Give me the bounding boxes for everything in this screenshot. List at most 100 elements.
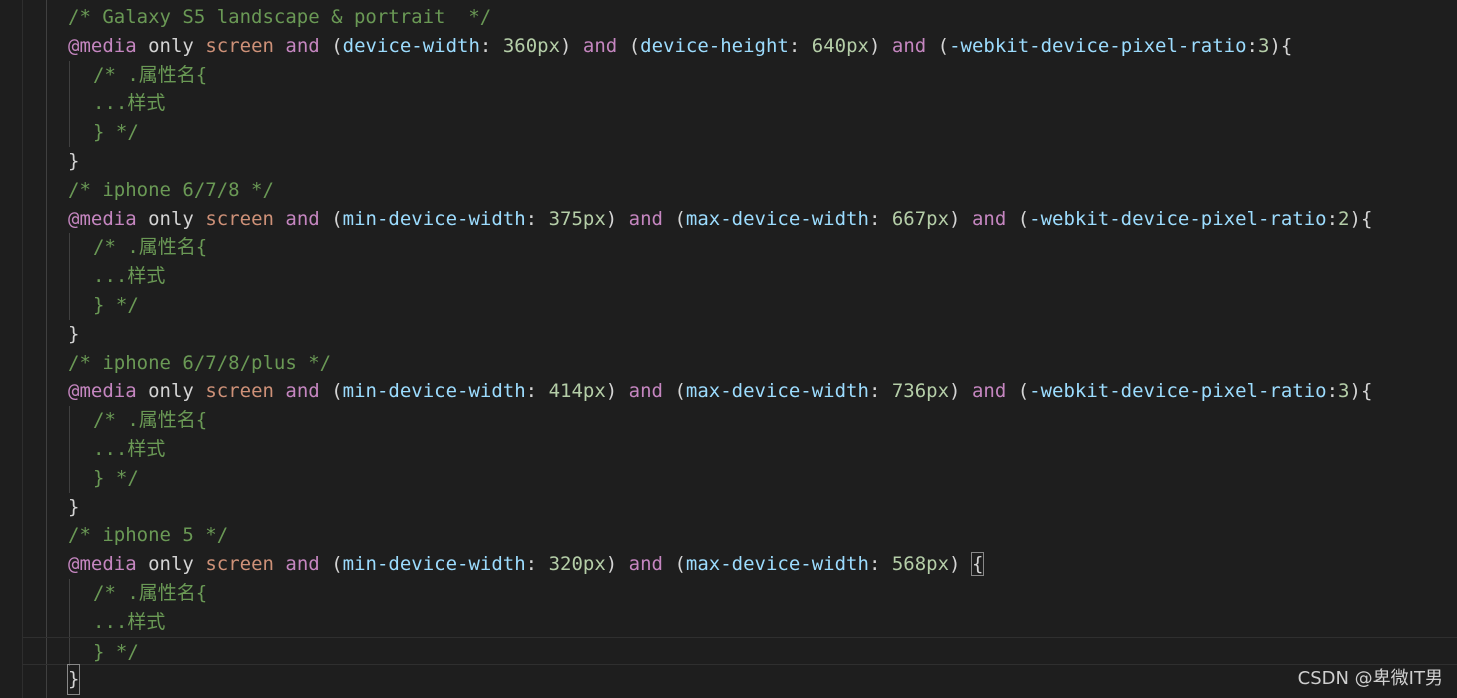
media-type: screen <box>205 207 274 230</box>
code-line[interactable]: /* Galaxy S5 landscape & portrait */ <box>0 3 1457 32</box>
comment-text: } */ <box>93 293 139 316</box>
code-line[interactable]: ...样式 <box>0 434 1457 464</box>
open-brace: { <box>1360 207 1373 230</box>
comment-text: ...样式 <box>93 265 166 288</box>
paren-close: ) <box>949 380 961 403</box>
and-keyword: and <box>628 553 663 576</box>
code-line[interactable]: @media only screen and (min-device-width… <box>0 205 1457 234</box>
only-keyword: only <box>148 207 194 230</box>
code-line[interactable]: } <box>0 147 1457 176</box>
close-brace-matched: } <box>66 664 81 696</box>
colon: : <box>1246 34 1258 57</box>
code-line[interactable]: } <box>0 320 1457 349</box>
media-type: screen <box>205 553 274 576</box>
colon: : <box>525 207 549 230</box>
comment-text: } */ <box>93 466 139 489</box>
paren-open: ( <box>1017 380 1030 403</box>
media-feature: min-device-width <box>342 380 526 403</box>
code-line[interactable]: } <box>0 664 1457 696</box>
and-keyword: and <box>285 34 320 57</box>
paren-close: ) <box>949 553 961 576</box>
code-line[interactable]: ...样式 <box>0 262 1457 291</box>
comment-text: /* iphone 6/7/8 */ <box>68 178 274 201</box>
paren-open: ( <box>937 34 950 57</box>
comment-text: /* iphone 6/7/8/plus */ <box>68 351 332 374</box>
code-line[interactable]: ...样式 <box>0 89 1457 119</box>
media-value: 3 <box>1338 380 1350 403</box>
media-feature: device-height <box>640 34 789 57</box>
code-line[interactable]: /* .属性名{ <box>0 60 1457 90</box>
comment-text: ...样式 <box>93 437 166 460</box>
code-line[interactable]: /* iphone 5 */ <box>0 521 1457 550</box>
media-value: 360px <box>502 34 561 57</box>
at-rule-keyword: @media <box>68 553 137 576</box>
colon: : <box>1326 380 1339 403</box>
comment-text: /* .属性名{ <box>93 236 208 259</box>
code-line[interactable]: @media only screen and (min-device-width… <box>0 377 1457 406</box>
code-line[interactable]: /* iphone 6/7/8/plus */ <box>0 349 1457 378</box>
paren-close: ) <box>1269 34 1281 57</box>
at-rule-keyword: @media <box>68 380 137 403</box>
open-brace: { <box>1360 380 1373 403</box>
code-line[interactable]: } */ <box>0 290 1457 320</box>
code-editor[interactable]: /* Galaxy S5 landscape & portrait */ @me… <box>0 0 1457 698</box>
paren-close: ) <box>1349 380 1361 403</box>
at-rule-keyword: @media <box>68 207 137 230</box>
colon: : <box>525 553 549 576</box>
paren-open: ( <box>628 34 641 57</box>
indent-guide <box>69 637 70 667</box>
code-line-current[interactable]: } */ <box>22 636 1457 667</box>
media-feature: -webkit-device-pixel-ratio <box>949 34 1247 57</box>
media-type: screen <box>205 34 274 57</box>
close-brace: } <box>68 495 80 518</box>
media-feature: min-device-width <box>342 553 526 576</box>
media-value: 568px <box>891 553 950 576</box>
indent-guide <box>69 60 70 90</box>
indent-guide <box>69 290 70 320</box>
code-line[interactable]: } */ <box>0 118 1457 147</box>
code-line[interactable]: @media only screen and (device-width: 36… <box>0 32 1457 61</box>
and-keyword: and <box>285 207 320 230</box>
paren-open: ( <box>331 34 343 57</box>
code-line[interactable]: /* .属性名{ <box>0 578 1457 608</box>
only-keyword: only <box>148 380 194 403</box>
comment-text: /* iphone 5 */ <box>68 524 229 547</box>
paren-open: ( <box>674 380 686 403</box>
media-value: 2 <box>1338 207 1350 230</box>
paren-close: ) <box>1349 207 1361 230</box>
indent-guide <box>69 406 70 435</box>
indent-guide <box>69 578 70 608</box>
paren-open: ( <box>331 553 343 576</box>
media-feature: min-device-width <box>342 207 526 230</box>
close-brace: } <box>68 149 80 172</box>
paren-open: ( <box>674 553 686 576</box>
media-rule: @media only screen and (min-device-width… <box>68 550 985 579</box>
media-value: 414px <box>548 380 606 403</box>
code-line[interactable]: /* .属性名{ <box>0 406 1457 435</box>
media-rule: @media only screen and (device-width: 36… <box>68 32 1292 61</box>
and-keyword: and <box>285 380 320 403</box>
open-brace-matched: { <box>970 552 985 577</box>
colon: : <box>788 34 812 57</box>
media-value: 3 <box>1257 34 1270 57</box>
code-line[interactable]: } */ <box>0 463 1457 493</box>
media-value: 667px <box>891 207 950 230</box>
code-line[interactable]: /* .属性名{ <box>0 233 1457 263</box>
media-feature: -webkit-device-pixel-ratio <box>1029 380 1327 403</box>
and-keyword: and <box>582 34 618 57</box>
paren-close: ) <box>605 380 618 403</box>
media-value: 320px <box>548 553 606 576</box>
and-keyword: and <box>285 553 320 576</box>
code-line[interactable]: @media only screen and (min-device-width… <box>0 550 1457 579</box>
media-value: 375px <box>548 207 606 230</box>
paren-close: ) <box>605 553 618 576</box>
media-feature: max-device-width <box>685 553 869 576</box>
colon: : <box>868 553 892 576</box>
paren-open: ( <box>331 380 343 403</box>
code-line[interactable]: ...样式 <box>0 607 1457 637</box>
paren-close: ) <box>949 207 961 230</box>
media-type: screen <box>205 380 274 403</box>
code-line[interactable]: } <box>0 493 1457 522</box>
code-line[interactable]: /* iphone 6/7/8 */ <box>0 176 1457 205</box>
media-rule: @media only screen and (min-device-width… <box>68 377 1372 406</box>
